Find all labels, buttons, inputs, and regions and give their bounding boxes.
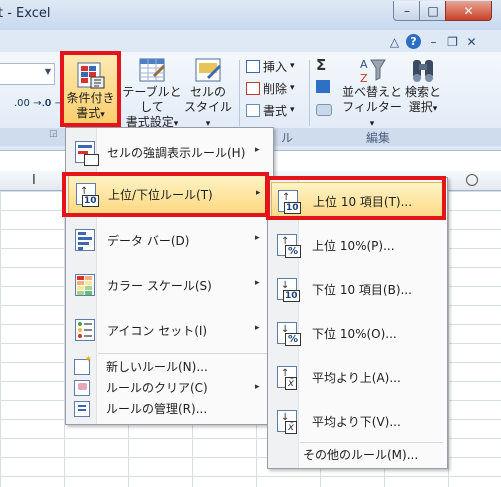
format-as-table-label: テーブルとして 書式設定▾ (122, 85, 182, 129)
submenu-item-below-average[interactable]: ↓ x̄ 平均より下(V)... (271, 402, 443, 440)
top-bottom-rules-submenu: ↑ 10 上位 10 項目(T)... ↑ % 上位 10%(P)... ↓ 1… (267, 177, 448, 469)
table-format-icon (139, 58, 165, 82)
submenu-item-bottom-10-percent[interactable]: ↓ % 下位 10%(O)... (271, 314, 443, 352)
maximize-button[interactable]: □ (419, 1, 447, 21)
highlight-frame (62, 172, 269, 217)
highlight-rules-icon (72, 139, 99, 166)
window-title: t - Excel (0, 6, 51, 21)
sort-filter-icon: A Z (360, 58, 386, 85)
number-format-dropdown[interactable]: ▼ (0, 63, 55, 85)
svg-text:Z: Z (360, 72, 368, 85)
menu-item-clear-rules[interactable]: ルールのクリア(C) ▸ (68, 377, 269, 398)
above-average-icon: ↑ x̄ (274, 364, 300, 390)
clear-rules-icon (74, 379, 90, 396)
new-rule-icon: ✶ (74, 355, 92, 375)
format-as-table-button[interactable]: テーブルとして 書式設定▾ (122, 55, 182, 132)
top10-percent-icon: ↑ % (274, 232, 302, 258)
submenu-item-bottom-10-items[interactable]: ↓ 10 下位 10 項目(B)... (271, 270, 443, 308)
group-divider (309, 60, 310, 126)
menu-item-highlight-rules[interactable]: セルの強調表示ルール(H) ▸ (68, 132, 269, 172)
group-divider (239, 60, 240, 126)
bottom10-percent-icon: ↓ % (274, 320, 302, 346)
workbook-restore-icon[interactable]: ❐ (444, 34, 461, 49)
help-icon[interactable]: ? (406, 34, 421, 49)
manage-rules-icon (74, 400, 90, 417)
menu-item-data-bars[interactable]: データ バー(D) ▸ (68, 220, 269, 260)
dialog-launcher-icon[interactable]: ◲ (49, 129, 58, 139)
ribbon-collapse-icon[interactable]: △ (386, 34, 403, 49)
column-marker-icon (466, 174, 478, 186)
menu-item-new-rule[interactable]: ✶ 新しいルール(N)... (68, 355, 269, 377)
bottom10-items-icon: ↓ 10 (274, 276, 300, 302)
insert-icon (246, 59, 260, 73)
format-cells-button[interactable]: 書式 ▾ (246, 101, 295, 119)
submenu-item-more-rules[interactable]: その他のルール(M)... (271, 444, 443, 465)
below-average-icon: ↓ x̄ (274, 408, 300, 434)
menu-separator (98, 353, 270, 354)
text-cursor-icon: I (32, 173, 36, 188)
find-select-button[interactable]: 検索と 選択▾ (402, 55, 444, 117)
conditional-formatting-label: 条件付き 書式▾ (66, 91, 115, 120)
submenu-item-top-10-percent[interactable]: ↑ % 上位 10%(P)... (271, 226, 443, 264)
icon-sets-icon (72, 317, 98, 343)
workbook-minimize-icon[interactable]: – (425, 34, 442, 49)
color-scales-icon (72, 272, 98, 298)
minimize-button[interactable]: – (393, 1, 421, 21)
cell-styles-label: セルの スタイル▾ (183, 85, 232, 129)
menu-item-color-scales[interactable]: カラー スケール(S) ▸ (68, 265, 269, 305)
autosum-icon[interactable]: Σ (316, 56, 326, 74)
delete-button[interactable]: 削除 ▾ (246, 79, 295, 97)
cell-styles-button[interactable]: セルの スタイル▾ (182, 55, 234, 132)
submenu-item-above-average[interactable]: ↑ x̄ 平均より上(A)... (271, 358, 443, 396)
sort-filter-button[interactable]: A Z 並べ替えと フィルター▾ (342, 55, 402, 132)
highlight-frame (266, 176, 446, 220)
menu-item-manage-rules[interactable]: ルールの管理(R)... (68, 398, 269, 419)
binoculars-icon (413, 60, 433, 82)
data-bars-icon (72, 227, 98, 253)
clear-icon[interactable] (316, 104, 332, 116)
cells-group-label: ル (281, 131, 294, 145)
fill-icon[interactable] (316, 80, 330, 93)
format-icon (246, 103, 260, 117)
close-button[interactable]: ✕ (445, 1, 492, 21)
conditional-formatting-button[interactable]: 条件付き 書式▾ (60, 51, 121, 127)
menu-separator (300, 442, 443, 443)
cell-styles-icon (195, 58, 221, 82)
svg-text:A: A (360, 58, 368, 71)
insert-button[interactable]: 挿入 ▾ (246, 57, 295, 75)
editing-group-label: 編集 (366, 131, 391, 145)
delete-icon (246, 81, 260, 95)
workbook-close-icon[interactable]: ✕ (463, 34, 480, 49)
conditional-formatting-icon (77, 62, 104, 89)
menu-item-icon-sets[interactable]: アイコン セット(I) ▸ (68, 310, 269, 350)
